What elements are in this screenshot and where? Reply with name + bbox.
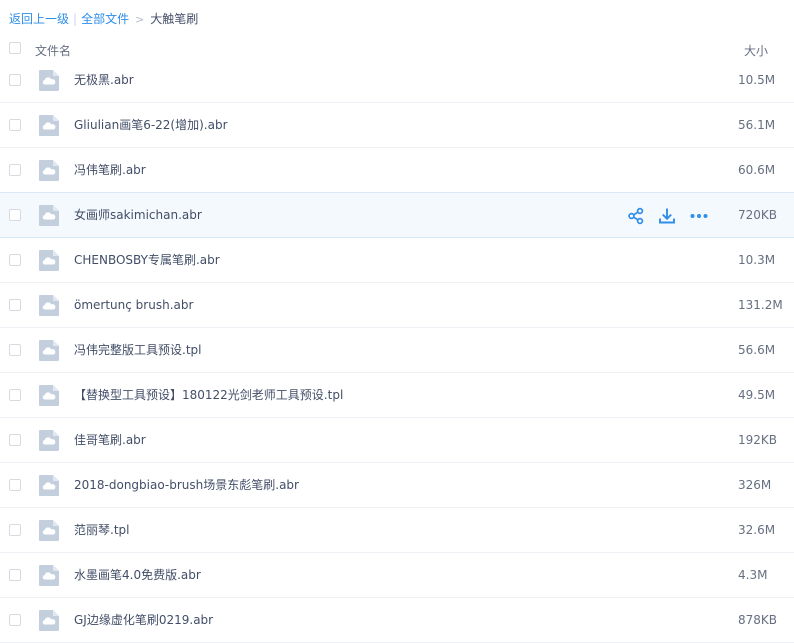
row-checkbox[interactable] [9, 479, 21, 491]
file-row[interactable]: 2018-dongbiao-brush场景东彪笔刷.abr 326M [0, 463, 794, 508]
file-cloud-icon[interactable] [38, 384, 60, 407]
row-checkbox[interactable] [9, 299, 21, 311]
file-name[interactable]: 2018-dongbiao-brush场景东彪笔刷.abr [74, 477, 299, 493]
file-size: 720KB [738, 208, 778, 222]
file-cloud-icon[interactable] [38, 249, 60, 272]
file-row[interactable]: GJ边缘虚化笔刷0219.abr 878KB [0, 598, 794, 643]
file-name[interactable]: 佳哥笔刷.abr [74, 432, 146, 448]
row-checkbox[interactable] [9, 389, 21, 401]
file-cloud-icon[interactable] [38, 609, 60, 632]
file-cloud-icon[interactable] [38, 519, 60, 542]
file-name[interactable]: Gliulian画笔6-22(增加).abr [74, 117, 228, 133]
row-checkbox[interactable] [9, 524, 21, 536]
file-name[interactable]: 冯伟完整版工具预设.tpl [74, 342, 201, 358]
file-name[interactable]: 【替换型工具预设】180122光剑老师工具预设.tpl [74, 387, 343, 403]
file-size: 192KB [738, 433, 778, 447]
more-icon[interactable] [689, 206, 709, 226]
back-link[interactable]: 返回上一级 [9, 12, 69, 26]
file-name[interactable]: 女画师sakimichan.abr [74, 207, 202, 223]
breadcrumb-divider: | [73, 12, 78, 26]
file-name[interactable]: 范丽琴.tpl [74, 522, 129, 538]
file-name[interactable]: 水墨画笔4.0免费版.abr [74, 567, 201, 583]
file-name[interactable]: CHENBOSBY专属笔刷.abr [74, 252, 220, 268]
file-row[interactable]: 女画师sakimichan.abr 720KB [0, 192, 794, 238]
file-size: 49.5M [738, 388, 776, 402]
file-cloud-icon[interactable] [38, 429, 60, 452]
breadcrumb: 返回上一级 | 全部文件 > 大触笔刷 [9, 10, 198, 28]
file-name[interactable]: 冯伟笔刷.abr [74, 162, 146, 178]
select-all-checkbox[interactable] [9, 42, 21, 54]
file-size: 326M [738, 478, 772, 492]
file-cloud-icon[interactable] [38, 564, 60, 587]
file-row[interactable]: ömertunç brush.abr 131.2M [0, 283, 794, 328]
row-checkbox[interactable] [9, 254, 21, 266]
file-cloud-icon[interactable] [38, 69, 60, 92]
file-cloud-icon[interactable] [38, 294, 60, 317]
row-checkbox[interactable] [9, 74, 21, 86]
file-cloud-icon[interactable] [38, 159, 60, 182]
file-row[interactable]: 冯伟完整版工具预设.tpl 56.6M [0, 328, 794, 373]
file-size: 878KB [738, 613, 778, 627]
share-icon[interactable] [626, 206, 646, 226]
file-row[interactable]: CHENBOSBY专属笔刷.abr 10.3M [0, 238, 794, 283]
row-checkbox[interactable] [9, 344, 21, 356]
file-cloud-icon[interactable] [38, 474, 60, 497]
file-row[interactable]: 范丽琴.tpl 32.6M [0, 508, 794, 553]
row-checkbox[interactable] [9, 209, 21, 221]
download-icon[interactable] [657, 206, 677, 226]
breadcrumb-arrow-icon: > [135, 13, 145, 26]
file-name[interactable]: 无极黑.abr [74, 72, 134, 88]
file-row[interactable]: 佳哥笔刷.abr 192KB [0, 418, 794, 463]
row-checkbox[interactable] [9, 119, 21, 131]
row-checkbox[interactable] [9, 569, 21, 581]
file-row[interactable]: 水墨画笔4.0免费版.abr 4.3M [0, 553, 794, 598]
all-files-link[interactable]: 全部文件 [81, 12, 129, 26]
file-size: 56.6M [738, 343, 776, 357]
column-header-size[interactable]: 大小 [744, 42, 768, 59]
row-checkbox[interactable] [9, 614, 21, 626]
file-size: 10.5M [738, 73, 776, 87]
file-name[interactable]: ömertunç brush.abr [74, 297, 193, 313]
file-cloud-icon[interactable] [38, 204, 60, 227]
file-size: 56.1M [738, 118, 776, 132]
file-cloud-icon[interactable] [38, 114, 60, 137]
file-row[interactable]: 无极黑.abr 10.5M [0, 58, 794, 103]
file-list: 无极黑.abr 10.5M Gliulian画笔6-22(增加).abr 56.1M 冯… [0, 58, 794, 643]
row-checkbox[interactable] [9, 164, 21, 176]
file-row[interactable]: 冯伟笔刷.abr 60.6M [0, 148, 794, 193]
file-row[interactable]: Gliulian画笔6-22(增加).abr 56.1M [0, 103, 794, 148]
row-checkbox[interactable] [9, 434, 21, 446]
current-folder-label: 大触笔刷 [150, 12, 199, 26]
file-size: 4.3M [738, 568, 768, 582]
file-size: 32.6M [738, 523, 776, 537]
file-row[interactable]: 【替换型工具预设】180122光剑老师工具预设.tpl 49.5M [0, 373, 794, 418]
column-header-name[interactable]: 文件名 [35, 42, 71, 59]
file-cloud-icon[interactable] [38, 339, 60, 362]
file-name[interactable]: GJ边缘虚化笔刷0219.abr [74, 612, 213, 628]
file-size: 60.6M [738, 163, 776, 177]
file-size: 10.3M [738, 253, 776, 267]
file-size: 131.2M [738, 298, 783, 312]
